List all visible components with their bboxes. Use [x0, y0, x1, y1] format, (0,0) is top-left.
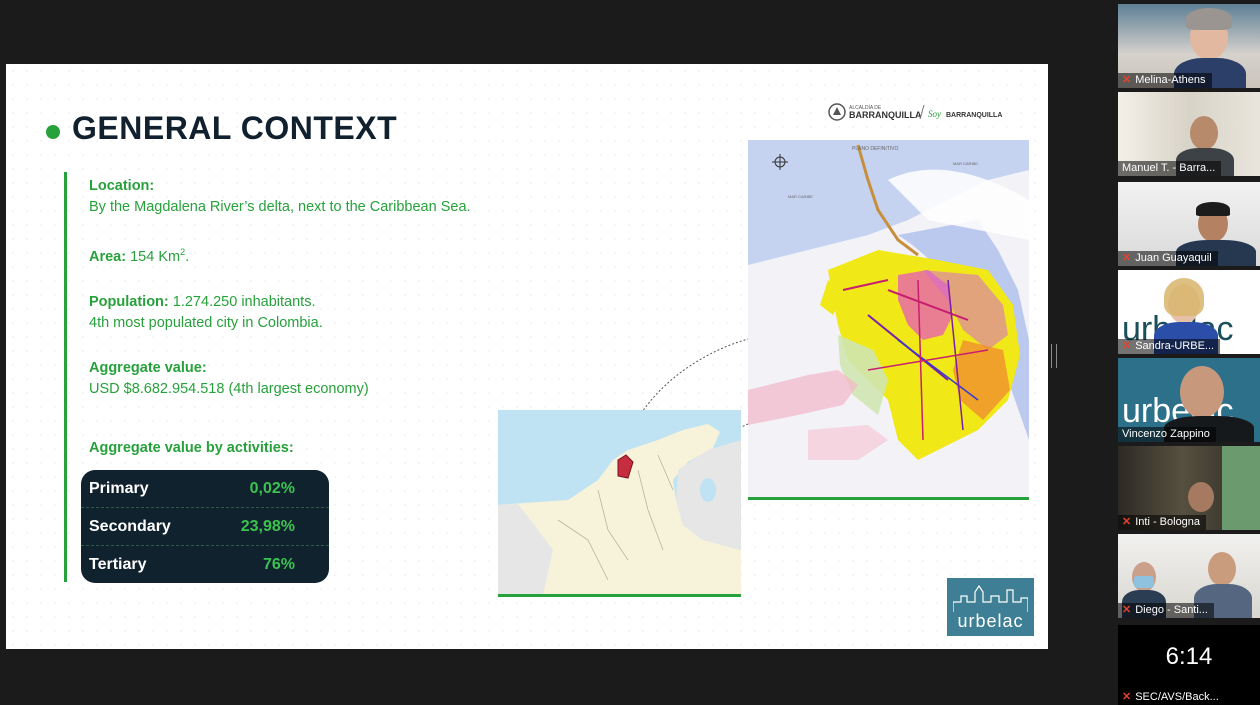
population-label: Population:	[89, 293, 169, 310]
urbelac-text: urbelac	[957, 611, 1024, 631]
participant-name-bar: Vincenzo Zappino	[1118, 427, 1216, 442]
participant-video	[1180, 366, 1224, 418]
population-text: 1.274.250 inhabitants.	[168, 293, 316, 310]
participant-video	[1190, 116, 1218, 150]
activity-value: 0,02%	[249, 479, 295, 497]
activity-value: 23,98%	[240, 517, 295, 535]
participant-video	[1188, 482, 1214, 512]
participant-name-bar: ✕ SEC/AVS/Back...	[1122, 690, 1219, 704]
resize-handle[interactable]	[1051, 344, 1057, 368]
area-end: .	[185, 248, 190, 265]
activities-table: Primary 0,02% Secondary 23,98% Tertiary …	[81, 470, 329, 583]
skyline-icon	[953, 584, 1028, 612]
shared-slide: GENERAL CONTEXT Location: By the Magdale…	[6, 64, 1048, 649]
participant-tile[interactable]: ✕ Diego - Santi...	[1118, 534, 1260, 618]
activity-name: Secondary	[89, 517, 171, 535]
title-bullet	[46, 125, 60, 139]
logo-right-text: BARRANQUILLA	[946, 112, 1002, 119]
activity-name: Tertiary	[89, 555, 147, 573]
logo-soy-text: Soy	[928, 109, 941, 119]
participant-name-bar: ✕ Inti - Bologna	[1118, 515, 1207, 530]
area-label: Area:	[89, 248, 127, 265]
participant-name-bar: ✕ Melina-Athens	[1118, 73, 1212, 88]
activity-name: Primary	[89, 479, 149, 497]
participant-name: Juan Guayaquil	[1135, 252, 1212, 264]
participant-name-bar: ✕ Juan Guayaquil	[1118, 251, 1218, 266]
city-zoning-map: PLANO DEFINITIVO MAR CARIBE MAR CARIBE	[748, 140, 1029, 497]
muted-mic-icon: ✕	[1122, 340, 1132, 352]
urbelac-logo: urbelac	[947, 578, 1034, 636]
participant-tile[interactable]: ✕ Melina-Athens	[1118, 4, 1260, 88]
participant-tile[interactable]: urbelac Vincenzo Zappino	[1118, 358, 1260, 442]
slide-title: GENERAL CONTEXT	[72, 110, 398, 146]
location-label: Location:	[89, 178, 155, 194]
aggregate-text: USD $8.682.954.518 (4th largest economy)	[89, 380, 369, 397]
map-sea-right: MAR CARIBE	[953, 161, 978, 166]
participant-tile-audio[interactable]: 6:14 ✕ SEC/AVS/Back...	[1118, 625, 1260, 705]
activity-row-primary: Primary 0,02%	[81, 470, 329, 508]
activities-label: Aggregate value by activities:	[89, 440, 294, 456]
participant-name: Sandra-URBE...	[1135, 340, 1215, 352]
participant-tile-active-speaker[interactable]: Manuel T. - Barra...	[1118, 92, 1260, 176]
accent-bar	[64, 172, 67, 582]
muted-mic-icon: ✕	[1122, 516, 1132, 528]
participant-name: SEC/AVS/Back...	[1135, 690, 1219, 703]
context-info: Location: By the Magdalena River’s delta…	[89, 176, 489, 424]
map-underline	[748, 497, 1029, 500]
population-note: 4th most populated city in Colombia.	[89, 314, 323, 331]
aggregate-label: Aggregate value:	[89, 359, 207, 376]
participant-name: Diego - Santi...	[1135, 604, 1208, 616]
population-block: Population: 1.274.250 inhabitants. 4th m…	[89, 292, 489, 334]
location-block: Location: By the Magdalena River’s delta…	[89, 176, 489, 218]
meeting-timer: 6:14	[1165, 643, 1213, 670]
map-label: PLANO DEFINITIVO	[852, 146, 899, 152]
participant-name-bar: Manuel T. - Barra...	[1118, 161, 1222, 176]
area-text: 154 Km	[126, 248, 181, 265]
muted-mic-icon: ✕	[1122, 74, 1132, 86]
participant-tile[interactable]: ✕ Juan Guayaquil	[1118, 182, 1260, 266]
muted-mic-icon: ✕	[1122, 252, 1132, 264]
activity-row-tertiary: Tertiary 76%	[81, 546, 329, 583]
aggregate-block: Aggregate value: USD $8.682.954.518 (4th…	[89, 358, 489, 400]
participant-name: Vincenzo Zappino	[1122, 428, 1210, 440]
participant-name-bar: ✕ Diego - Santi...	[1118, 603, 1214, 618]
participant-name: Melina-Athens	[1135, 74, 1206, 86]
colombia-region-map	[498, 410, 741, 595]
participant-tile[interactable]: urbelac ✕Sandra-URBE...	[1118, 270, 1260, 354]
participant-name-bar: ✕ Sandra-URBE...	[1118, 339, 1221, 354]
barranquilla-logo: ALCALDÍA DE BARRANQUILLA Soy BARRANQUILL…	[828, 103, 1002, 121]
map-underline	[498, 594, 741, 597]
area-block: Area: 154 Km2.	[89, 242, 489, 268]
muted-mic-icon: ✕	[1122, 691, 1132, 703]
muted-mic-icon: ✕	[1122, 604, 1132, 616]
participant-name: Manuel T. - Barra...	[1122, 162, 1216, 174]
activity-row-secondary: Secondary 23,98%	[81, 508, 329, 546]
logo-big-text: BARRANQUILLA	[849, 110, 922, 120]
participant-tile[interactable]: ✕ Inti - Bologna	[1118, 446, 1260, 530]
location-text: By the Magdalena River’s delta, next to …	[89, 199, 471, 215]
participant-name: Inti - Bologna	[1135, 516, 1201, 528]
activity-value: 76%	[262, 555, 295, 573]
map-sea-left: MAR CARIBE	[788, 194, 813, 199]
